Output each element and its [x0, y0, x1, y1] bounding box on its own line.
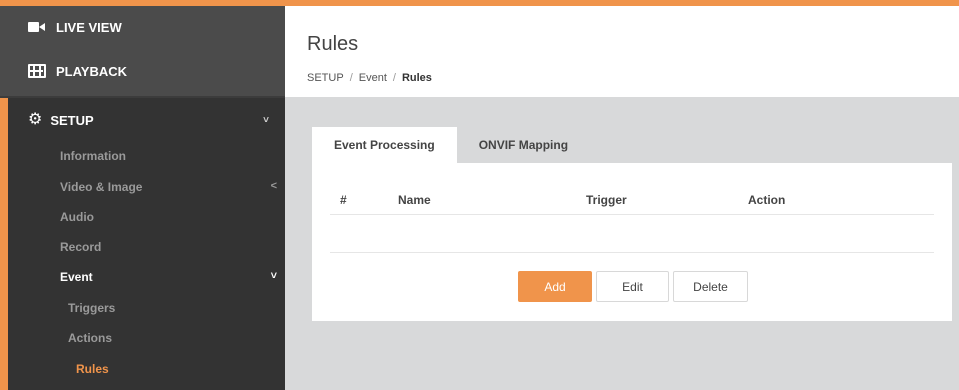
page-header: Rules SETUP / Event / Rules	[285, 6, 959, 97]
sidebar: LIVE VIEW PLAYBACK ⚙ SETUP ˅ Information…	[0, 6, 285, 390]
setup-item-label: Audio	[60, 210, 94, 224]
page-title: Rules	[307, 33, 359, 55]
nav-item-live-view[interactable]: LIVE VIEW	[0, 10, 285, 44]
setup-item-label: Information	[60, 149, 126, 163]
nav-item-label: SETUP	[50, 112, 94, 128]
column-header-trigger: Trigger	[586, 193, 627, 207]
nav-item-setup[interactable]: ⚙ SETUP ˅	[0, 98, 285, 142]
nav-item-label: LIVE VIEW	[56, 19, 122, 35]
breadcrumb-current: Rules	[401, 72, 432, 84]
chevron-down-icon: ˅	[263, 114, 269, 126]
table-divider	[330, 252, 934, 253]
column-header-action: Action	[748, 193, 786, 207]
setup-item-audio[interactable]: Audio	[60, 210, 94, 224]
delete-button[interactable]: Delete	[673, 271, 748, 302]
video-camera-icon	[28, 21, 46, 35]
chevron-left-icon: <	[270, 180, 277, 192]
event-item-triggers[interactable]: Triggers	[68, 301, 115, 315]
nav-item-label: PLAYBACK	[56, 63, 128, 79]
tab-onvif-mapping[interactable]: ONVIF Mapping	[457, 127, 590, 163]
nav-item-playback[interactable]: PLAYBACK	[0, 54, 285, 88]
setup-item-event[interactable]: Event ˅	[60, 270, 285, 284]
setup-item-record[interactable]: Record	[60, 240, 101, 254]
event-item-label: Rules	[76, 362, 109, 376]
edit-button[interactable]: Edit	[596, 271, 669, 302]
setup-item-label: Video & Image	[60, 180, 143, 194]
column-header-name: Name	[398, 193, 431, 207]
breadcrumb: SETUP / Event / Rules	[307, 72, 432, 84]
breadcrumb-separator: /	[392, 72, 396, 84]
chevron-down-icon: ˅	[270, 270, 277, 282]
gears-icon: ⚙	[28, 111, 43, 128]
film-icon	[28, 64, 46, 78]
setup-item-label: Record	[60, 240, 102, 254]
rules-panel: # Name Trigger Action Add Edit Delete	[312, 163, 952, 321]
tab-bar: Event Processing ONVIF Mapping	[312, 127, 590, 163]
column-header-number: #	[340, 193, 347, 207]
breadcrumb-setup[interactable]: SETUP	[307, 72, 344, 84]
breadcrumb-separator: /	[349, 72, 353, 84]
setup-item-label: Event	[60, 270, 93, 284]
table-header: # Name Trigger Action	[330, 185, 934, 215]
setup-section: ⚙ SETUP ˅ Information Video & Image < Au…	[0, 98, 285, 390]
event-item-label: Triggers	[68, 301, 116, 315]
tab-event-processing[interactable]: Event Processing	[312, 127, 457, 163]
add-button[interactable]: Add	[518, 271, 592, 302]
breadcrumb-event[interactable]: Event	[359, 72, 387, 84]
event-item-rules[interactable]: Rules	[76, 362, 109, 376]
event-item-label: Actions	[68, 331, 113, 345]
setup-item-information[interactable]: Information	[60, 149, 126, 163]
event-item-actions[interactable]: Actions	[68, 331, 112, 345]
setup-item-video-image[interactable]: Video & Image <	[60, 180, 285, 194]
